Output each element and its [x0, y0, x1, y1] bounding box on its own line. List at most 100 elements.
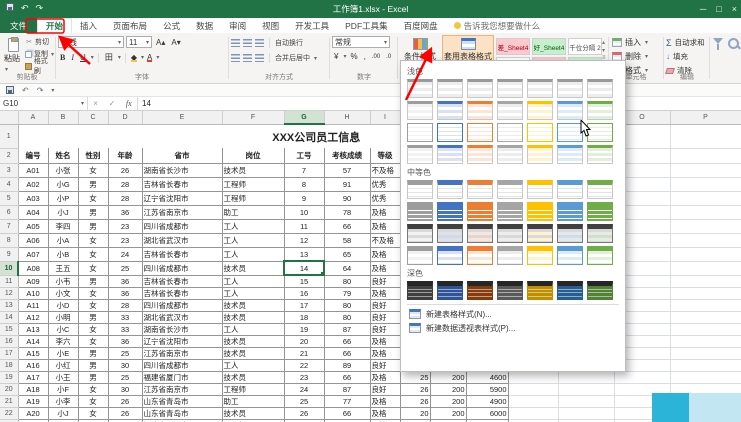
paste-button[interactable]: 粘贴▾ — [3, 36, 23, 74]
maximize-icon[interactable]: □ — [716, 4, 721, 14]
cell-style-chip[interactable]: 差_Sheet4 — [496, 38, 530, 55]
cell[interactable]: 90 — [324, 191, 370, 205]
cell[interactable]: 小D — [48, 299, 78, 311]
table-style-thumbnail[interactable] — [497, 180, 523, 199]
cell[interactable]: 女 — [78, 287, 108, 299]
table-style-thumbnail[interactable] — [557, 202, 583, 221]
cell[interactable]: A13 — [18, 323, 48, 335]
table-style-thumbnail[interactable] — [557, 145, 583, 164]
table-header-cell[interactable]: 年龄 — [108, 148, 142, 163]
minimize-icon[interactable]: ─ — [700, 4, 706, 14]
cell[interactable]: 江苏省南京市 — [142, 347, 222, 359]
row-header-11[interactable]: 11 — [0, 275, 18, 287]
cell[interactable]: 良好 — [370, 311, 400, 323]
cell[interactable]: 30 — [108, 359, 142, 371]
cell[interactable]: 江苏省南京市 — [142, 205, 222, 219]
cell[interactable]: 男 — [78, 177, 108, 191]
cell[interactable]: 200 — [430, 407, 466, 419]
table-style-thumbnail[interactable] — [497, 101, 523, 120]
cell[interactable]: 小F — [48, 383, 78, 395]
cell[interactable]: 200 — [430, 395, 466, 407]
cell[interactable]: 山东省青岛市 — [142, 407, 222, 419]
save-icon[interactable] — [6, 86, 14, 94]
table-style-thumbnail[interactable] — [557, 123, 583, 142]
decrease-font-button[interactable]: A▾ — [169, 38, 182, 47]
cell[interactable]: 19 — [284, 323, 324, 335]
cell[interactable]: 9 — [284, 191, 324, 205]
table-style-thumbnail[interactable] — [527, 180, 553, 199]
cell[interactable]: 200 — [430, 371, 466, 383]
name-box[interactable]: G10▾ — [0, 97, 88, 110]
cell[interactable]: 工程师 — [222, 191, 284, 205]
table-header-cell[interactable]: 等级 — [370, 148, 400, 163]
cell[interactable]: 及格 — [370, 287, 400, 299]
cell[interactable]: 男 — [78, 347, 108, 359]
table-style-thumbnail[interactable] — [587, 246, 613, 265]
cell[interactable] — [508, 383, 558, 395]
cell[interactable]: 22 — [284, 359, 324, 371]
cell[interactable]: A07 — [18, 247, 48, 261]
cancel-icon[interactable]: × — [93, 99, 98, 108]
font-name-select[interactable]: 等线▾ — [58, 36, 124, 48]
table-style-thumbnail[interactable] — [557, 101, 583, 120]
row-header-16[interactable]: 16 — [0, 335, 18, 347]
undo-icon[interactable]: ↶ — [22, 86, 29, 95]
cell[interactable]: 工程师 — [222, 177, 284, 191]
cell[interactable]: 14 — [284, 261, 324, 275]
table-header-cell[interactable]: 编号 — [18, 148, 48, 163]
align-top-icon[interactable] — [231, 39, 240, 47]
cell[interactable]: A15 — [18, 347, 48, 359]
table-style-thumbnail[interactable] — [467, 180, 493, 199]
cell[interactable]: 助工 — [222, 395, 284, 407]
cell[interactable]: 湖北省武汉市 — [142, 311, 222, 323]
cell[interactable]: 女 — [78, 247, 108, 261]
column-header-P[interactable]: P — [670, 111, 741, 124]
wrap-text-button[interactable]: 自动换行 — [275, 38, 303, 48]
cell[interactable]: 不及格 — [370, 233, 400, 247]
插入-button[interactable]: 插入▾ — [612, 37, 648, 48]
cell[interactable]: 66 — [324, 347, 370, 359]
table-style-thumbnail[interactable] — [407, 145, 433, 164]
cell[interactable]: A11 — [18, 299, 48, 311]
font-size-select[interactable]: 11▾ — [126, 36, 152, 48]
cell[interactable]: 小韦 — [48, 275, 78, 287]
table-style-thumbnail[interactable] — [467, 145, 493, 164]
align-left-icon[interactable] — [231, 54, 240, 62]
table-style-thumbnail[interactable] — [587, 180, 613, 199]
borders-button[interactable]: 田 — [103, 52, 115, 63]
cell[interactable]: 女 — [78, 335, 108, 347]
cell[interactable]: 7 — [284, 163, 324, 177]
cell[interactable]: 小E — [48, 347, 78, 359]
cell[interactable]: 66 — [324, 407, 370, 419]
cell[interactable] — [670, 219, 741, 233]
cell[interactable]: 良好 — [370, 359, 400, 371]
row-header-6[interactable]: 6 — [0, 205, 18, 219]
table-style-thumbnail[interactable] — [557, 224, 583, 243]
cell[interactable]: A12 — [18, 311, 48, 323]
cell[interactable]: 四川省成都市 — [142, 261, 222, 275]
cell[interactable]: 15 — [284, 275, 324, 287]
cell[interactable]: 64 — [324, 261, 370, 275]
tab-数据[interactable]: 数据 — [188, 18, 221, 33]
cell-style-chip[interactable]: 好_Sheet4 — [532, 38, 566, 55]
cell[interactable] — [670, 371, 741, 383]
table-style-thumbnail[interactable] — [467, 246, 493, 265]
table-header-cell[interactable]: 性别 — [78, 148, 108, 163]
cell[interactable]: 18 — [284, 311, 324, 323]
cell[interactable]: A03 — [18, 191, 48, 205]
currency-format-button[interactable]: ¥ — [332, 52, 340, 61]
cell[interactable] — [670, 177, 741, 191]
cell[interactable]: 工人 — [222, 287, 284, 299]
cell[interactable]: A01 — [18, 163, 48, 177]
cell[interactable]: 5900 — [466, 383, 508, 395]
table-style-thumbnail[interactable] — [407, 224, 433, 243]
cell[interactable]: 良好 — [370, 383, 400, 395]
row-header-14[interactable]: 14 — [0, 311, 18, 323]
cell[interactable]: 11 — [284, 219, 324, 233]
cell[interactable] — [670, 311, 741, 323]
tab-视图[interactable]: 视图 — [254, 18, 287, 33]
cell[interactable]: 25 — [108, 347, 142, 359]
cell[interactable]: 良好 — [370, 275, 400, 287]
tab-审阅[interactable]: 审阅 — [221, 18, 254, 33]
row-header-9[interactable]: 9 — [0, 247, 18, 261]
